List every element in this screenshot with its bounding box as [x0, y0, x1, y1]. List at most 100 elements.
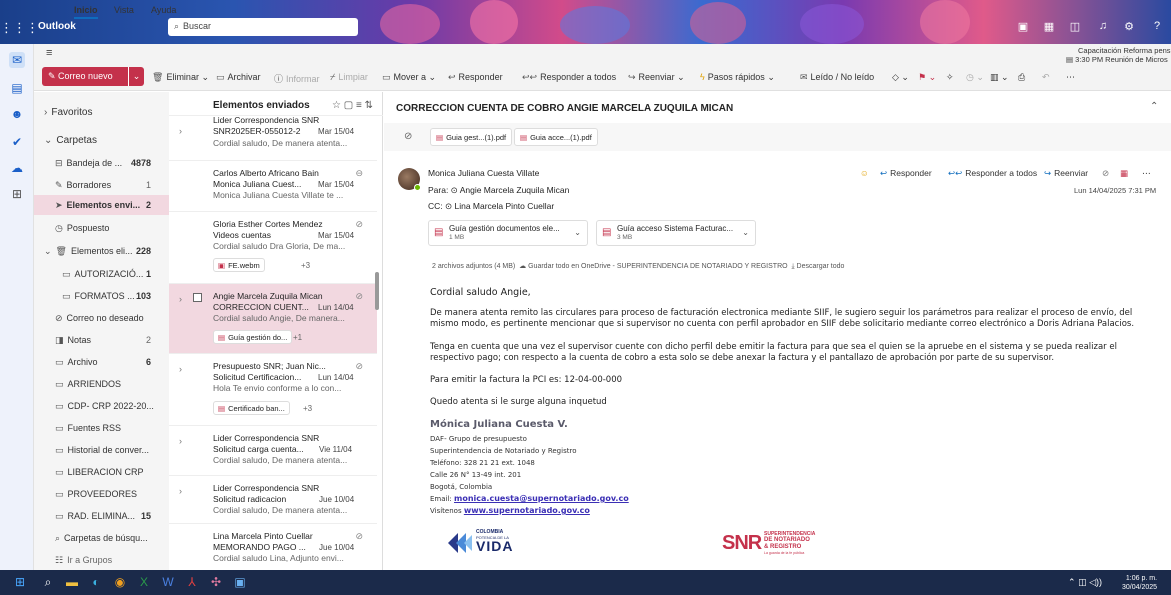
network-icon[interactable]: ◫ — [1078, 577, 1087, 587]
folder-inbox[interactable]: ⊟ Bandeja de ... 4878 — [34, 153, 169, 173]
attachment-chip[interactable]: ▤ Certificado ban... — [213, 401, 290, 415]
folder-rss[interactable]: ▭ Fuentes RSS — [34, 418, 169, 438]
attachment-chip[interactable]: ▤ Guía gestión do... — [213, 330, 293, 344]
cc-recipients[interactable]: CC: ⊙ Lina Marcela Pinto Cuellar — [428, 201, 554, 212]
list-item[interactable]: › Presupuesto SNR; Juan Nic... ⊘ Solicit… — [169, 354, 377, 426]
list-item[interactable]: Lina Marcela Pinto Cuellar ⊘ MEMORANDO P… — [169, 524, 377, 570]
new-mail-dropdown-icon[interactable]: ⌄ — [128, 67, 144, 86]
chevron-right-icon[interactable]: › — [179, 436, 182, 446]
chevron-down-icon[interactable]: ⌄ — [574, 228, 581, 237]
emoji-reaction-icon[interactable]: ☺ — [860, 168, 869, 178]
quick-steps-button[interactable]: ϟ Pasos rápidos ⌄ — [700, 72, 775, 83]
folder-search[interactable]: ⌕ Carpetas de búsqu... — [34, 528, 169, 548]
chevron-down-icon[interactable]: ⌄ — [742, 228, 749, 237]
app-launcher-icon[interactable]: ⋮⋮⋮ — [0, 15, 39, 41]
sender-name[interactable]: Monica Juliana Cuesta Villate — [428, 168, 539, 178]
go-to-groups[interactable]: ☷ Ir a Grupos — [34, 550, 169, 570]
help-icon[interactable]: ? — [1148, 20, 1166, 36]
folder-proveedores[interactable]: ▭ PROVEEDORES — [34, 484, 169, 504]
calendar-view-icon[interactable]: ▦ — [1040, 20, 1058, 36]
table-view-icon[interactable]: ▦ — [1120, 168, 1128, 179]
taskbar-search-icon[interactable]: ⌕ — [40, 575, 56, 590]
folder-autorizacion[interactable]: ▭ AUTORIZACIÓ... 1 — [34, 264, 169, 284]
attachment-chip-2[interactable]: ▤ Guia acce...(1).pdf — [514, 128, 598, 146]
file-attachment-2[interactable]: ▤ Guía acceso Sistema Facturac... 3 MB ⌄ — [596, 220, 756, 246]
folder-liberacion[interactable]: ▭ LIBERACION CRP — [34, 462, 169, 482]
reply-button[interactable]: ↩ Responder — [448, 72, 503, 83]
undo-icon[interactable]: ↶ — [1042, 72, 1050, 83]
archive-button[interactable]: ▭ Archivar — [216, 72, 261, 83]
link-action-icon[interactable]: ⊘ — [1102, 168, 1109, 179]
folder-rad-elimina[interactable]: ▭ RAD. ELIMINA... 15 — [34, 506, 169, 526]
apps-icon[interactable]: ⊞ — [9, 186, 25, 202]
teams-icon[interactable]: ▣ — [1014, 20, 1032, 36]
windows-start-icon[interactable]: ⊞ — [12, 575, 28, 590]
mail-icon[interactable]: ✉ — [9, 52, 25, 68]
delete-button[interactable]: 🗑 Eliminar ⌄ — [152, 72, 209, 83]
snooze-icon[interactable]: ◷ ⌄ — [966, 72, 984, 83]
rules-icon[interactable]: ▥ ⌄ — [990, 72, 1009, 83]
website-link[interactable]: www.supernotariado.gov.co — [464, 506, 590, 515]
calendar-icon[interactable]: ▤ — [9, 80, 25, 96]
folder-snoozed[interactable]: ◷ Pospuesto — [34, 218, 169, 238]
feedback-icon[interactable]: ◫ — [1066, 20, 1084, 36]
volume-icon[interactable]: ◁)) — [1089, 577, 1102, 587]
teams-taskbar-icon[interactable]: ✣ — [208, 575, 224, 590]
onedrive-icon[interactable]: ☁ — [9, 160, 25, 176]
meeting-reminder[interactable]: Capacitación Reforma pens ▤ 3:30 PM Reun… — [1066, 46, 1171, 64]
search-input[interactable]: ⌕ Buscar — [168, 18, 358, 36]
favorite-star-icon[interactable]: ☆ — [332, 100, 341, 111]
folder-history[interactable]: ▭ Historial de conver... — [34, 440, 169, 460]
attachment-chip-1[interactable]: ▤ Guia gest...(1).pdf — [430, 128, 513, 146]
select-checkbox[interactable] — [193, 293, 202, 302]
to-recipients[interactable]: Para: ⊙ Angie Marcela Zuquila Mican — [428, 185, 569, 196]
edge-icon[interactable]: ◐ — [88, 575, 104, 590]
tab-vista[interactable]: Vista — [114, 5, 134, 15]
folder-drafts[interactable]: ✎ Borradores 1 — [34, 175, 169, 195]
favorites-section[interactable]: › Favoritos — [34, 102, 169, 122]
folder-junk[interactable]: ⊘ Correo no deseado — [34, 308, 169, 328]
folder-formatos[interactable]: ▭ FORMATOS ... 103 — [34, 286, 169, 306]
new-mail-button[interactable]: ✎ Correo nuevo ⌄ — [42, 67, 144, 86]
folder-deleted[interactable]: ⌄ 🗑 Elementos eli... 228 — [34, 241, 169, 261]
pdf-reader-icon[interactable]: ⅄ — [184, 575, 200, 590]
reply-all-button[interactable]: ↩↩ Responder a todos — [522, 72, 616, 83]
chevron-right-icon[interactable]: › — [179, 294, 182, 304]
download-all-link[interactable]: Descargar todo — [797, 263, 845, 270]
forward-button[interactable]: ↪ Reenviar ⌄ — [628, 72, 685, 83]
filter-icon[interactable]: ≡ — [356, 100, 362, 111]
categorize-icon[interactable]: ◇ ⌄ — [892, 72, 909, 83]
chevron-right-icon[interactable]: › — [179, 126, 182, 136]
reply-action[interactable]: ↩ Responder — [880, 168, 932, 179]
chevron-up-icon[interactable]: ⌃ — [1068, 577, 1076, 587]
outlook-taskbar-icon[interactable]: ▣ — [232, 575, 248, 590]
chevron-right-icon[interactable]: › — [179, 486, 182, 496]
hamburger-icon[interactable]: ≡ — [46, 47, 52, 59]
folder-archive[interactable]: ▭ Archivo 6 — [34, 352, 169, 372]
folder-arriendos[interactable]: ▭ ARRIENDOS — [34, 374, 169, 394]
chevron-up-icon[interactable]: ⌃ — [1150, 101, 1158, 112]
list-item[interactable]: › Lider Correspondencia SNR Solicitud ca… — [169, 426, 377, 476]
list-item[interactable]: Carlos Alberto Africano Bain ⊖ Monica Ju… — [169, 161, 377, 212]
report-button[interactable]: ⓘ Informar — [274, 72, 320, 85]
attachment-chip[interactable]: ▣ FE.webm — [213, 258, 265, 272]
reply-all-action[interactable]: ↩↩ Responder a todos — [948, 168, 1037, 179]
chrome-icon[interactable]: ◉ — [112, 575, 128, 590]
move-to-button[interactable]: ▭ Mover a ⌄ — [382, 72, 436, 83]
select-icon[interactable]: ▢ — [344, 100, 353, 111]
settings-gear-icon[interactable]: ⚙ — [1120, 20, 1138, 36]
more-options-icon[interactable]: ⋯ — [1066, 72, 1075, 83]
folder-sent[interactable]: ➤ Elementos envi... 2 — [34, 195, 169, 215]
word-icon[interactable]: W — [160, 575, 176, 590]
taskbar-clock[interactable]: 1:06 p. m. 30/04/2025 — [1122, 574, 1157, 592]
email-link[interactable]: monica.cuesta@supernotariado.gov.co — [454, 494, 629, 503]
file-explorer-icon[interactable]: ▬ — [64, 575, 80, 590]
todo-icon[interactable]: ✔ — [9, 134, 25, 150]
sort-icon[interactable]: ⇅ — [365, 100, 373, 111]
notifications-icon[interactable]: ♫ — [1094, 20, 1112, 36]
list-item[interactable]: Gloria Esther Cortes Mendez ⊘ Videos cue… — [169, 212, 377, 284]
print-icon[interactable]: ⎙ — [1018, 72, 1025, 83]
forward-action[interactable]: ↪ Reenviar — [1044, 168, 1088, 179]
chevron-right-icon[interactable]: › — [179, 364, 182, 374]
pin-icon[interactable]: ✧ — [946, 72, 954, 83]
